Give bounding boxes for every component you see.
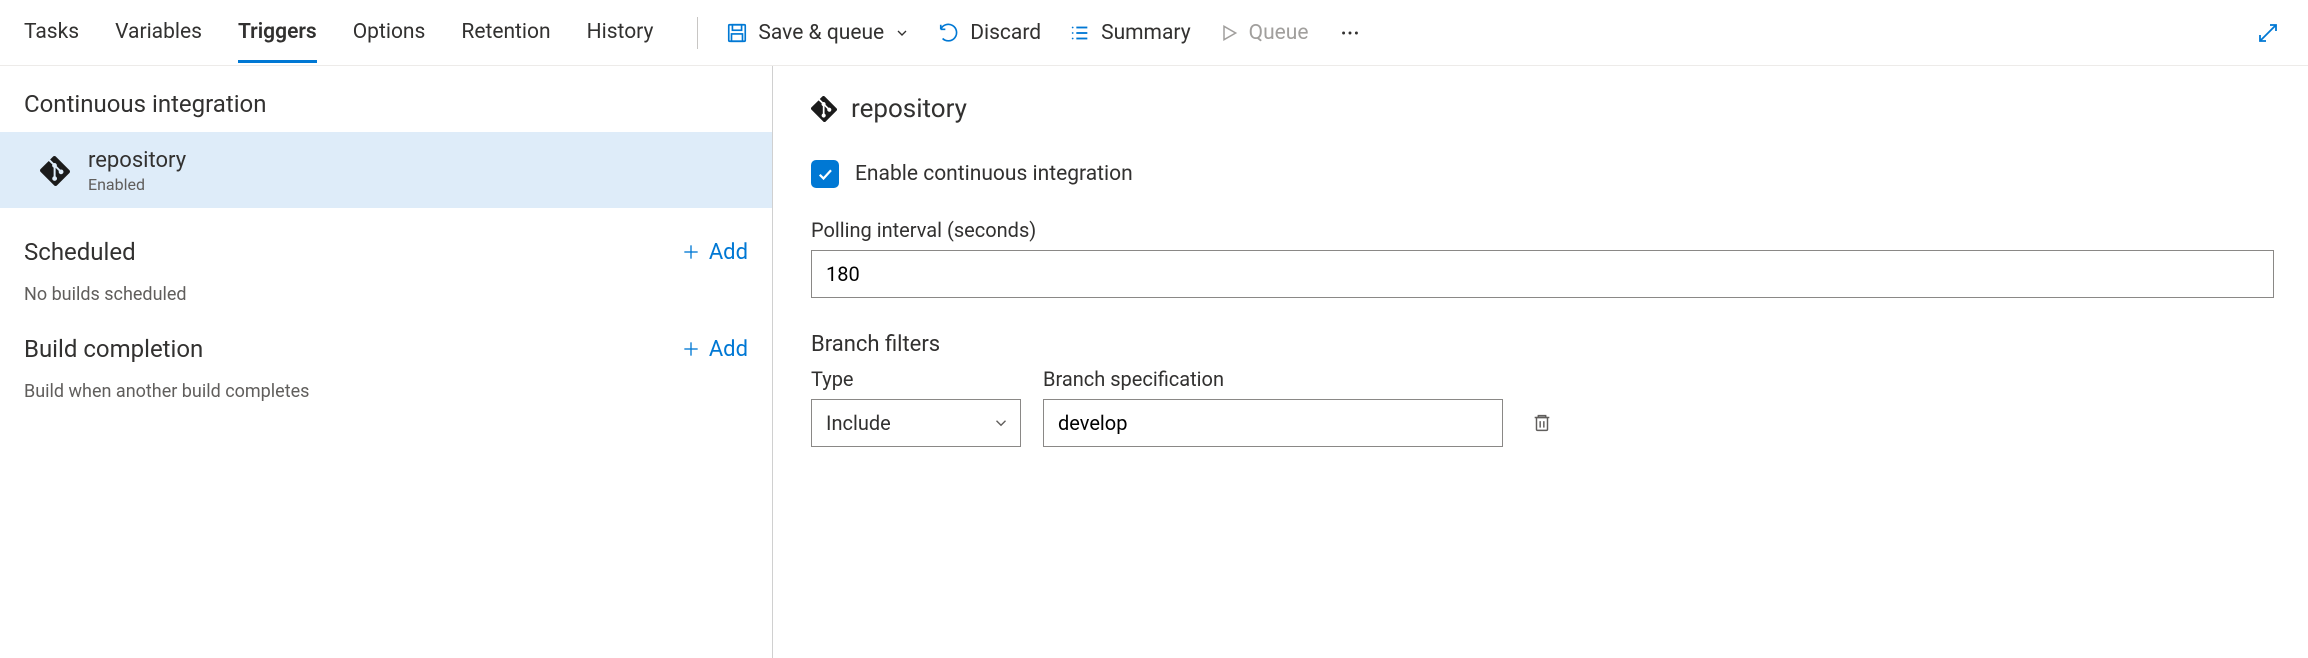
fullscreen-button[interactable] xyxy=(2252,17,2284,49)
build-completion-add-label: Add xyxy=(709,337,748,362)
delete-filter-button[interactable] xyxy=(1525,399,1559,447)
chevron-down-icon xyxy=(992,414,1010,432)
build-completion-hint: Build when another build completes xyxy=(0,371,772,402)
triggers-left-pane: Continuous integration repository Enable… xyxy=(0,66,773,658)
plus-icon xyxy=(681,242,701,262)
enable-ci-label: Enable continuous integration xyxy=(855,162,1133,186)
main-content: Continuous integration repository Enable… xyxy=(0,66,2308,658)
queue-button: Queue xyxy=(1219,21,1309,45)
scheduled-hint: No builds scheduled xyxy=(0,274,772,305)
filter-type-select[interactable]: Include xyxy=(811,399,1021,447)
trash-icon xyxy=(1531,412,1553,434)
summary-button[interactable]: Summary xyxy=(1069,21,1191,45)
branch-filters-heading: Branch filters xyxy=(811,332,2274,357)
ci-item-name: repository xyxy=(88,148,186,173)
branch-filter-row: Type Include Branch specification xyxy=(811,367,2274,447)
tab-triggers[interactable]: Triggers xyxy=(238,2,317,63)
git-icon xyxy=(811,96,837,122)
git-icon xyxy=(40,156,70,186)
discard-button[interactable]: Discard xyxy=(938,21,1041,45)
more-button[interactable] xyxy=(1337,22,1363,44)
scheduled-add-button[interactable]: Add xyxy=(681,240,748,265)
list-icon xyxy=(1069,22,1091,44)
build-completion-add-button[interactable]: Add xyxy=(681,337,748,362)
command-bar: Save & queue Discard Summary Queue xyxy=(726,21,1362,45)
tab-retention[interactable]: Retention xyxy=(461,2,550,63)
play-icon xyxy=(1219,23,1239,43)
save-and-queue-button[interactable]: Save & queue xyxy=(726,21,910,45)
discard-label: Discard xyxy=(970,21,1041,45)
polling-interval-input[interactable] xyxy=(811,250,2274,298)
tab-options[interactable]: Options xyxy=(353,2,426,63)
expand-icon xyxy=(2256,21,2280,45)
ellipsis-icon xyxy=(1337,22,1363,44)
build-completion-heading: Build completion xyxy=(24,335,203,363)
divider xyxy=(697,17,698,49)
branch-spec-input[interactable] xyxy=(1043,399,1503,447)
ci-repository-item[interactable]: repository Enabled xyxy=(0,132,772,208)
triggers-right-pane: repository Enable continuous integration… xyxy=(773,66,2308,658)
branch-spec-label: Branch specification xyxy=(1043,367,1503,391)
pipeline-tabs: Tasks Variables Triggers Options Retenti… xyxy=(24,2,653,63)
repository-header: repository xyxy=(811,94,2274,124)
filter-type-label: Type xyxy=(811,367,1021,391)
save-and-queue-label: Save & queue xyxy=(758,21,884,45)
filter-type-value: Include xyxy=(826,411,891,435)
tab-tasks[interactable]: Tasks xyxy=(24,2,79,63)
undo-icon xyxy=(938,22,960,44)
ci-item-status: Enabled xyxy=(88,175,186,194)
pipeline-tabbar: Tasks Variables Triggers Options Retenti… xyxy=(0,0,2308,66)
scheduled-section-heading: Scheduled xyxy=(24,238,136,266)
save-icon xyxy=(726,22,748,44)
ci-section-heading: Continuous integration xyxy=(0,84,772,132)
summary-label: Summary xyxy=(1101,21,1191,45)
plus-icon xyxy=(681,339,701,359)
scheduled-add-label: Add xyxy=(709,240,748,265)
queue-label: Queue xyxy=(1249,21,1309,45)
polling-interval-label: Polling interval (seconds) xyxy=(811,218,2274,242)
repository-header-title: repository xyxy=(851,94,967,124)
chevron-down-icon xyxy=(894,25,910,41)
enable-ci-checkbox[interactable] xyxy=(811,160,839,188)
tab-history[interactable]: History xyxy=(587,2,654,63)
tab-variables[interactable]: Variables xyxy=(115,2,202,63)
